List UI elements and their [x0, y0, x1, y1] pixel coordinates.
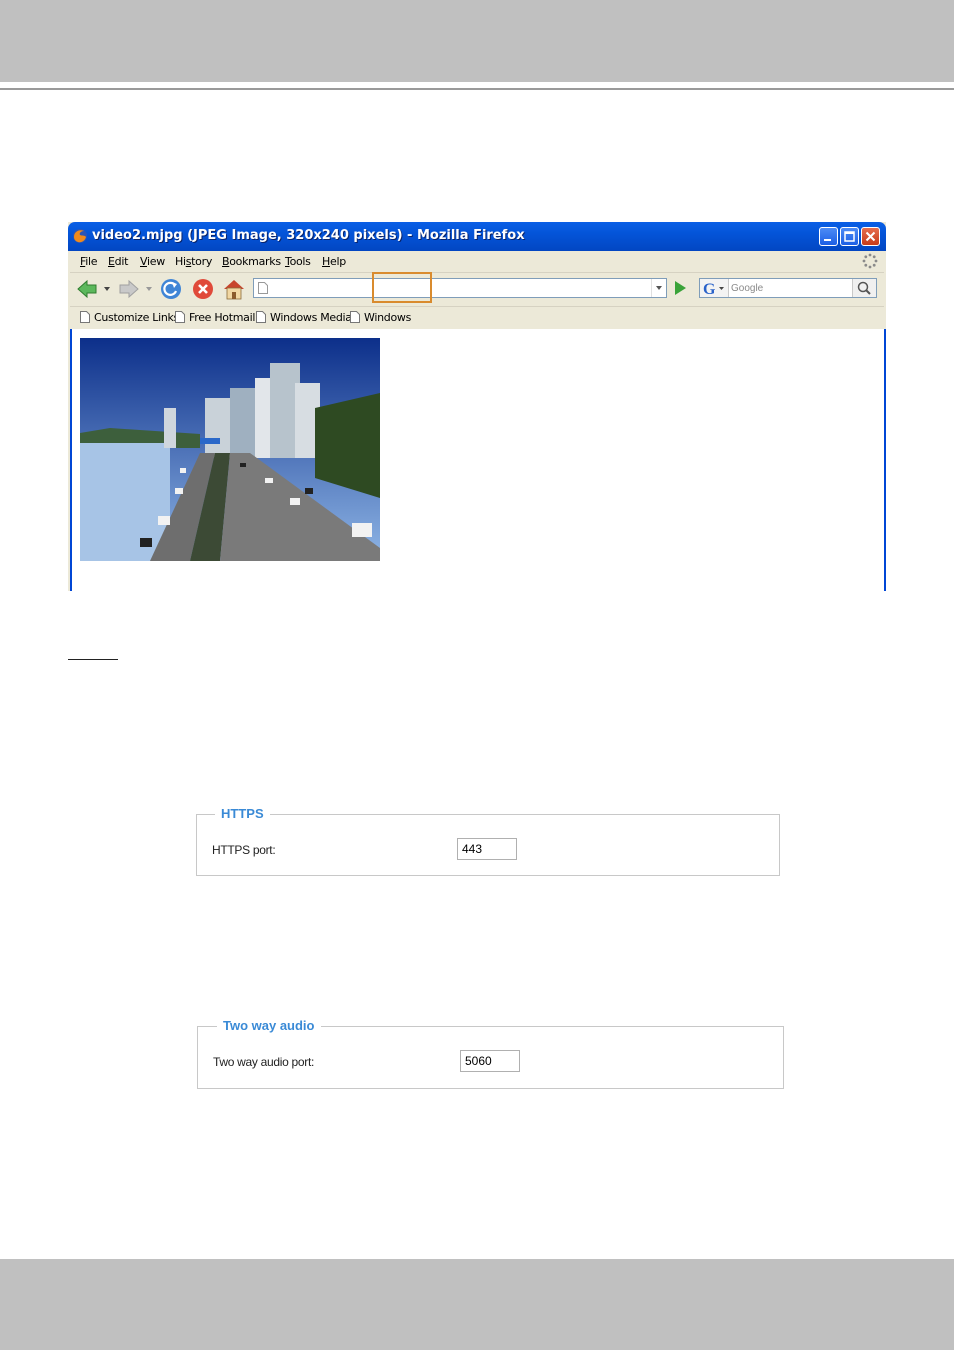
menu-help[interactable]: Help [322, 255, 346, 268]
menu-bar: File Edit View History Bookmarks Tools H… [70, 251, 884, 272]
google-g-icon: G [703, 281, 724, 298]
two-way-audio-legend: Two way audio [217, 1018, 321, 1033]
address-dropdown[interactable] [651, 279, 666, 297]
forward-dropdown-icon[interactable] [146, 286, 152, 292]
maximize-button[interactable] [840, 227, 859, 246]
page-header-band [0, 0, 954, 82]
go-arrow-icon[interactable] [671, 279, 689, 297]
menu-edit[interactable]: Edit [108, 255, 128, 268]
two-way-audio-port-label: Two way audio port: [213, 1055, 315, 1069]
close-icon [865, 231, 876, 242]
browser-content-area [70, 329, 886, 591]
magnifier-icon [857, 281, 871, 295]
back-dropdown-icon[interactable] [104, 286, 110, 292]
https-port-label: HTTPS port: [212, 843, 276, 857]
https-fieldset: HTTPS HTTPS port: [196, 806, 780, 876]
page-icon [175, 311, 185, 323]
video-snapshot-image [80, 338, 380, 561]
svg-text:G: G [703, 281, 716, 297]
search-engine-selector[interactable]: G [700, 279, 729, 298]
maximize-icon [844, 231, 855, 242]
header-rule [0, 88, 954, 90]
address-input[interactable] [272, 280, 642, 296]
menu-file[interactable]: File [80, 255, 98, 268]
bookmark-item[interactable]: Windows Media [256, 311, 352, 324]
address-highlight-box [372, 272, 432, 303]
stop-icon[interactable] [192, 278, 214, 300]
navigation-toolbar: G [70, 272, 884, 306]
close-button[interactable] [861, 227, 880, 246]
reload-icon[interactable] [160, 278, 182, 300]
bookmark-item[interactable]: Customize Links [80, 311, 179, 324]
page-icon [258, 282, 268, 294]
browser-window: video2.mjpg (JPEG Image, 320x240 pixels)… [68, 222, 886, 591]
search-input[interactable] [731, 281, 849, 295]
bookmark-item[interactable]: Windows [350, 311, 411, 324]
menu-bookmarks[interactable]: Bookmarks [222, 255, 281, 268]
firefox-icon [73, 229, 87, 243]
bookmark-item[interactable]: Free Hotmail [175, 311, 255, 324]
two-way-audio-port-input[interactable] [460, 1050, 520, 1072]
https-legend: HTTPS [215, 806, 270, 821]
note-underline [68, 659, 118, 660]
chevron-down-icon [656, 286, 662, 290]
address-bar[interactable] [253, 278, 667, 298]
minimize-icon [824, 239, 831, 241]
page-icon [350, 311, 360, 323]
page-footer-band [0, 1259, 954, 1350]
menu-tools[interactable]: Tools [285, 255, 311, 268]
two-way-audio-fieldset: Two way audio Two way audio port: [197, 1018, 784, 1089]
bookmarks-toolbar: Customize Links Free Hotmail Windows Med… [70, 306, 884, 330]
home-icon[interactable] [222, 278, 246, 300]
https-port-input[interactable] [457, 838, 517, 860]
minimize-button[interactable] [819, 227, 838, 246]
back-arrow-icon[interactable] [76, 278, 98, 300]
menu-history[interactable]: History [175, 255, 212, 268]
menu-view[interactable]: View [140, 255, 165, 268]
page-icon [80, 311, 90, 323]
search-button[interactable] [852, 279, 876, 297]
throbber-icon [862, 253, 878, 269]
search-bar[interactable]: G [699, 278, 877, 298]
forward-arrow-icon[interactable] [118, 278, 140, 300]
page-icon [256, 311, 266, 323]
window-title: video2.mjpg (JPEG Image, 320x240 pixels)… [92, 228, 525, 243]
title-bar: video2.mjpg (JPEG Image, 320x240 pixels)… [68, 222, 886, 251]
